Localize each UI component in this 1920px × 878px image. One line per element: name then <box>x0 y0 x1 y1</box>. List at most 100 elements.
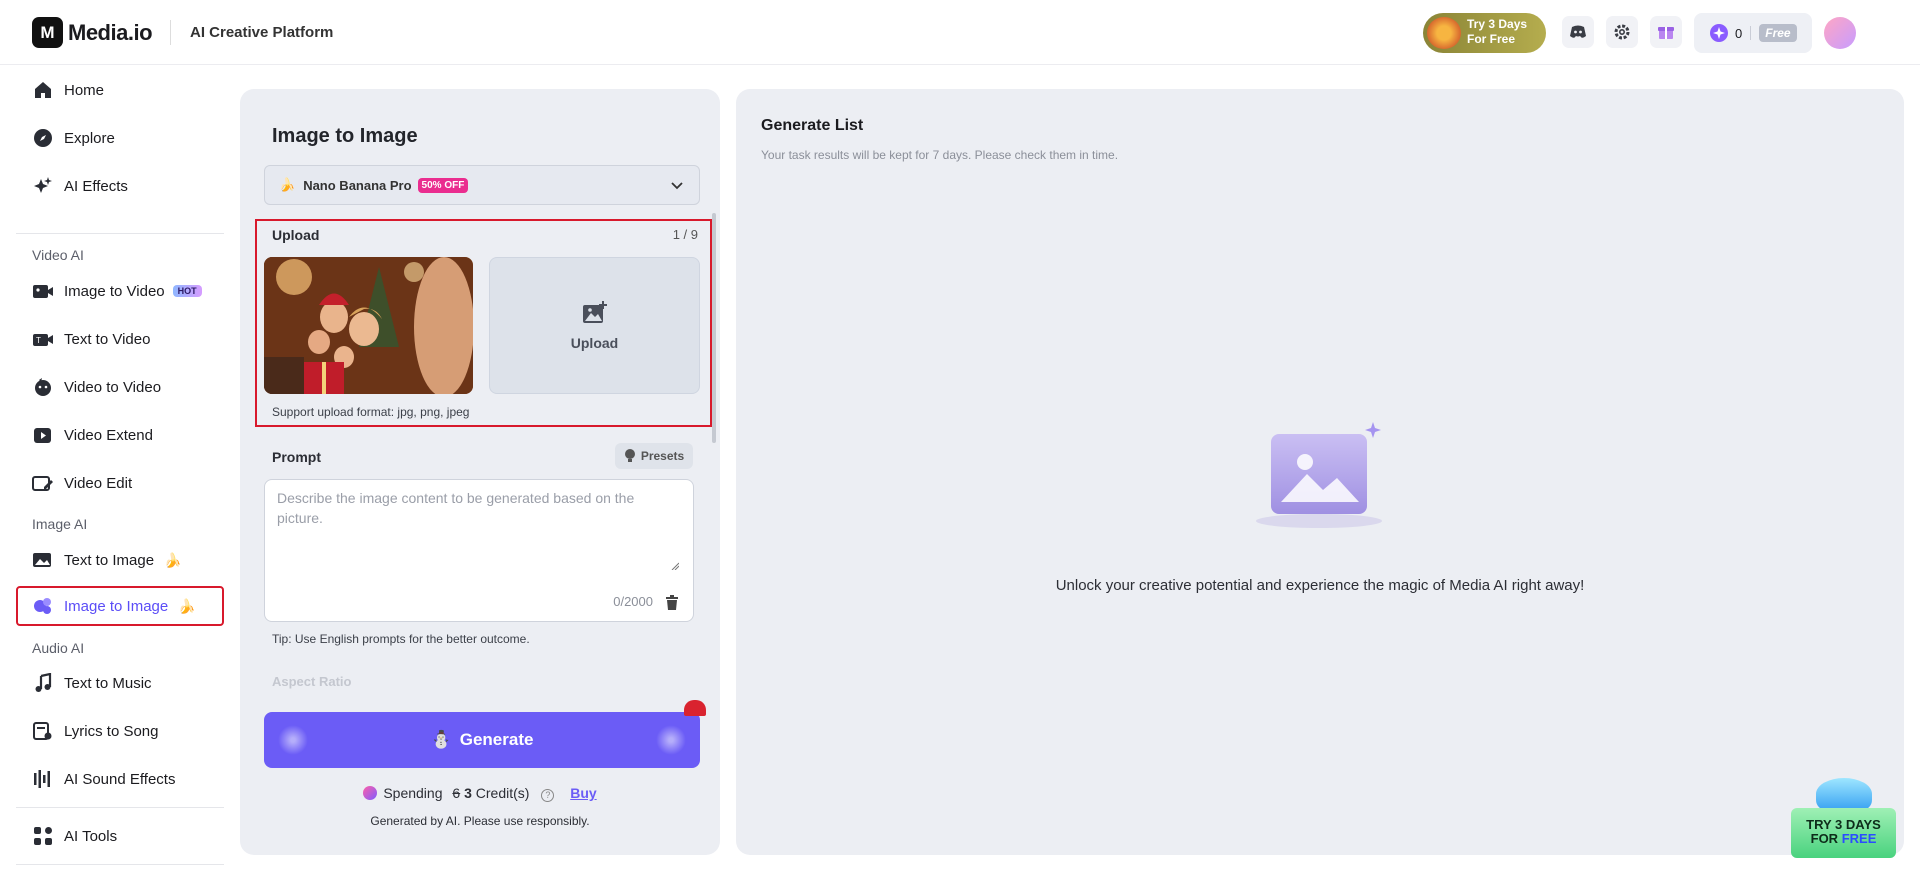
sidebar-item-video-to-video[interactable]: Video to Video <box>16 367 224 407</box>
compass-icon <box>32 127 54 149</box>
settings-button[interactable] <box>1606 16 1638 48</box>
empty-illustration-shadow <box>1256 514 1382 528</box>
upload-count: 1 / 9 <box>672 227 698 242</box>
banana-icon: 🍌 <box>178 597 196 614</box>
ai-disclaimer: Generated by AI. Please use responsibly. <box>370 814 590 828</box>
help-icon[interactable]: ? <box>541 789 555 802</box>
presets-button[interactable]: Presets <box>615 443 693 469</box>
gear-icon <box>1614 24 1630 40</box>
text-video-icon: T <box>32 328 54 350</box>
try-free-promo[interactable]: TRY 3 DAYS FOR FREE <box>1791 778 1896 858</box>
gift-button[interactable] <box>1650 16 1682 48</box>
sidebar-item-explore[interactable]: Explore <box>16 118 224 158</box>
sidebar-item-lyrics-to-song[interactable]: Lyrics to Song <box>16 711 224 751</box>
sparkle-icon <box>1365 422 1381 438</box>
chevron-down-icon <box>671 182 683 190</box>
sidebar-item-text-to-image[interactable]: Text to Image 🍌 <box>16 540 224 580</box>
credit-icon <box>363 786 378 800</box>
snowman-icon: ⛄ <box>430 730 452 749</box>
logo[interactable]: M Media.io <box>32 17 153 48</box>
sidebar-divider <box>16 807 224 808</box>
prompt-input[interactable] <box>277 488 677 568</box>
top-header: M Media.io AI Creative Platform Try 3 Da… <box>0 0 1920 65</box>
gift-icon <box>1658 27 1674 39</box>
sidebar-item-label: AI Sound Effects <box>64 770 176 788</box>
text-image-icon <box>32 549 54 571</box>
plan-badge: Free <box>1759 24 1797 42</box>
upload-formats-hint: Support upload format: jpg, png, jpeg <box>272 405 470 419</box>
promo-line2-accent: FREE <box>1841 831 1877 846</box>
aspect-ratio-label-faded: Aspect Ratio <box>272 674 352 689</box>
resize-handle-icon[interactable] <box>671 562 679 570</box>
uploaded-image-thumbnail[interactable] <box>264 257 473 394</box>
sidebar-item-label: Explore <box>64 129 115 147</box>
hot-badge: HOT <box>172 285 202 297</box>
panel-scrollbar[interactable] <box>712 213 716 443</box>
sidebar-divider <box>16 864 224 865</box>
section-video-ai: Video AI <box>32 247 84 263</box>
generate-label: Generate <box>459 730 534 749</box>
upload-section: Upload 1 / 9 Upload Support upload forma… <box>255 219 712 427</box>
tools-grid-icon <box>32 825 54 847</box>
empty-state-message: Unlock your creative potential and exper… <box>1055 577 1585 594</box>
prompt-field[interactable]: 0/2000 <box>264 479 694 622</box>
sidebar-item-label: Image to Image <box>64 597 169 615</box>
promo-line2: FOR FREE <box>1791 832 1896 846</box>
buy-link[interactable]: Buy <box>570 785 596 801</box>
credits-pill[interactable]: 0 Free <box>1694 13 1812 53</box>
sidebar-divider <box>16 233 224 234</box>
try-free-button[interactable]: Try 3 Days For Free <box>1423 13 1546 53</box>
firework-icon <box>278 725 308 755</box>
sidebar-item-label: Image to Video <box>64 282 165 300</box>
sidebar-item-video-extend[interactable]: Video Extend <box>16 415 224 455</box>
sparkle-icon <box>32 175 54 197</box>
santa-hat-icon <box>684 700 706 716</box>
presets-label: Presets <box>640 449 685 463</box>
sidebar-item-label: Video to Video <box>64 378 162 396</box>
discord-button[interactable] <box>1562 16 1594 48</box>
original-cost: 6 <box>452 785 461 801</box>
sidebar-item-label: AI Effects <box>64 177 128 195</box>
trash-icon[interactable] <box>665 595 679 610</box>
image-video-icon <box>32 280 54 302</box>
trial-line1: Try 3 Days <box>1467 17 1528 31</box>
sidebar-item-text-to-music[interactable]: Text to Music <box>16 663 224 703</box>
sidebar-item-label: AI Tools <box>64 827 118 845</box>
add-image-icon <box>582 300 607 323</box>
video-face-icon <box>32 376 54 398</box>
sidebar-item-image-to-image[interactable]: Image to Image 🍌 <box>16 586 224 626</box>
sidebar-item-image-to-video[interactable]: Image to Video HOT <box>16 271 224 311</box>
image-to-image-icon <box>32 595 54 617</box>
sidebar-item-ai-tools[interactable]: AI Tools <box>16 816 224 856</box>
sidebar-item-label: Home <box>64 81 105 99</box>
sidebar-item-home[interactable]: Home <box>16 70 224 110</box>
avatar[interactable] <box>1824 17 1856 49</box>
banana-icon: 🍌 <box>164 551 182 568</box>
discounted-cost: 3 <box>464 785 472 801</box>
sidebar-item-label: Text to Video <box>64 330 151 348</box>
sidebar-item-label: Video Edit <box>64 474 133 492</box>
sidebar-item-video-edit[interactable]: Video Edit <box>16 463 224 503</box>
logo-text: Media.io <box>68 19 153 45</box>
empty-state-image-icon <box>1271 434 1367 514</box>
sidebar-item-ai-effects[interactable]: AI Effects <box>16 166 224 206</box>
generate-list-panel: Generate List Your task results will be … <box>736 89 1904 855</box>
prompt-label: Prompt <box>272 449 321 465</box>
credit-count: 0 <box>1735 25 1743 41</box>
gift-ornament-icon <box>1427 17 1461 49</box>
platform-title: AI Creative Platform <box>190 24 334 41</box>
sidebar-item-ai-sound-effects[interactable]: AI Sound Effects <box>16 759 224 799</box>
section-audio-ai: Audio AI <box>32 640 85 656</box>
upload-button[interactable]: Upload <box>489 257 700 394</box>
music-note-icon <box>32 672 54 694</box>
home-icon <box>32 79 54 101</box>
firework-icon <box>656 725 686 755</box>
image-to-image-panel: Image to Image 🍌 Nano Banana Pro 50% OFF… <box>240 89 720 855</box>
sidebar-item-label: Video Extend <box>64 426 153 444</box>
discord-icon <box>1570 25 1586 38</box>
model-select[interactable]: 🍌 Nano Banana Pro 50% OFF <box>264 165 700 205</box>
credit-unit: Credit(s) <box>475 785 530 801</box>
promo-line2-text: FOR <box>1810 831 1839 846</box>
generate-button[interactable]: ⛄ Generate <box>264 700 706 768</box>
sidebar-item-text-to-video[interactable]: T Text to Video <box>16 319 224 359</box>
